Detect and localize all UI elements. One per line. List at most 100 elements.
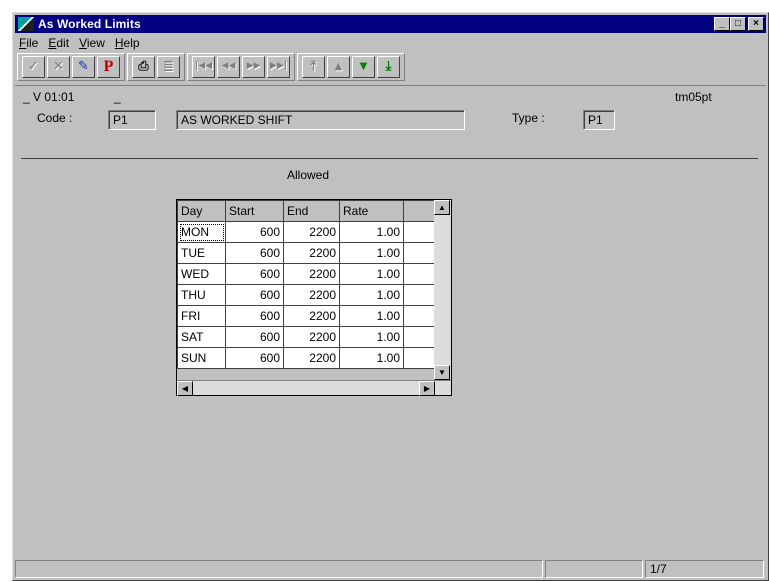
minimize-button[interactable]: _: [714, 17, 730, 31]
cell-end[interactable]: 2200: [283, 284, 340, 306]
version-separator: _: [114, 90, 121, 104]
menu-view-label: iew: [86, 36, 105, 50]
menu-help[interactable]: Help: [115, 36, 140, 50]
title-bar[interactable]: As Worked Limits _ □ ×: [15, 15, 766, 33]
description-field[interactable]: AS WORKED SHIFT: [176, 110, 465, 130]
cell-blank: [403, 263, 435, 285]
form-area: _ V 01:01 _ tm05pt Code : P1 AS WORKED S…: [15, 85, 766, 556]
cell-start[interactable]: 600: [225, 263, 284, 285]
cell-start[interactable]: 600: [225, 221, 284, 243]
toolbar-group-navigate: |◀◀ ◀◀ ▶▶ ▶▶|: [187, 53, 295, 81]
first-record-icon[interactable]: |◀◀: [192, 56, 215, 78]
scroll-top-icon[interactable]: ⤒: [302, 56, 325, 78]
close-button[interactable]: ×: [748, 17, 764, 31]
screen-id-label: tm05pt: [675, 90, 712, 104]
cell-rate[interactable]: 1.00: [339, 305, 404, 327]
previous-record-icon[interactable]: ◀◀: [217, 56, 240, 78]
cell-rate[interactable]: 1.00: [339, 263, 404, 285]
toolbar: ✓ ✕ ✎ P ⎙ ≣ |◀◀ ◀◀ ▶▶ ▶▶| ⤒ ▲ ▼ ⤓: [17, 53, 764, 81]
code-field[interactable]: P1: [108, 110, 156, 130]
menu-file[interactable]: File: [19, 36, 38, 50]
cell-rate[interactable]: 1.00: [339, 326, 404, 348]
edit-icon[interactable]: ✎: [72, 56, 95, 78]
scroll-up-arrow-icon[interactable]: ▲: [434, 200, 450, 215]
record-position-indicator: 1/7: [645, 560, 764, 578]
window-controls: _ □ ×: [714, 17, 764, 31]
table-row[interactable]: THU 600 2200 1.00: [177, 284, 435, 306]
menu-edit[interactable]: Edit: [48, 36, 69, 50]
menu-view-mnemonic: V: [79, 36, 87, 50]
section-title: Allowed: [287, 168, 330, 182]
cell-blank: [403, 284, 435, 306]
window-title: As Worked Limits: [38, 17, 141, 31]
memo-icon[interactable]: ≣: [157, 56, 180, 78]
scroll-down-icon[interactable]: ▼: [352, 56, 375, 78]
scroll-right-arrow-icon[interactable]: ▶: [419, 381, 435, 396]
table-row[interactable]: FRI 600 2200 1.00: [177, 305, 435, 327]
vertical-scrollbar[interactable]: ▲ ▼: [434, 200, 451, 380]
cancel-icon[interactable]: ✕: [47, 56, 70, 78]
column-header-start[interactable]: Start: [225, 200, 284, 222]
table-row[interactable]: WED 600 2200 1.00: [177, 263, 435, 285]
table-row[interactable]: MON 600 2200 1.00: [177, 221, 435, 243]
app-window: As Worked Limits _ □ × File Edit View He…: [12, 12, 769, 581]
cell-rate[interactable]: 1.00: [339, 242, 404, 264]
next-record-icon[interactable]: ▶▶: [242, 56, 265, 78]
status-bar: 1/7: [15, 560, 766, 578]
toolbar-group-edit: ✓ ✕ ✎ P: [17, 53, 125, 81]
cell-end[interactable]: 2200: [283, 305, 340, 327]
cell-start[interactable]: 600: [225, 326, 284, 348]
scroll-down-arrow-icon[interactable]: ▼: [434, 365, 450, 380]
column-header-rate[interactable]: Rate: [339, 200, 404, 222]
cell-day[interactable]: FRI: [177, 305, 226, 327]
cell-day[interactable]: SAT: [177, 326, 226, 348]
toolbar-group-scroll: ⤒ ▲ ▼ ⤓: [297, 53, 405, 81]
toolbar-group-print: ⎙ ≣: [127, 53, 185, 81]
cell-end[interactable]: 2200: [283, 326, 340, 348]
type-field[interactable]: P1: [583, 110, 615, 130]
print-icon[interactable]: ⎙: [132, 56, 155, 78]
table-row[interactable]: SAT 600 2200 1.00: [177, 326, 435, 348]
cell-end[interactable]: 2200: [283, 242, 340, 264]
cell-end[interactable]: 2200: [283, 263, 340, 285]
menu-view[interactable]: View: [79, 36, 105, 50]
cell-blank: [403, 221, 435, 243]
menu-file-label: ile: [26, 36, 39, 50]
cell-blank: [403, 242, 435, 264]
cell-day[interactable]: TUE: [177, 242, 226, 264]
table-row[interactable]: TUE 600 2200 1.00: [177, 242, 435, 264]
cell-end[interactable]: 2200: [283, 221, 340, 243]
scroll-bottom-icon[interactable]: ⤓: [377, 56, 400, 78]
last-record-icon[interactable]: ▶▶|: [267, 56, 290, 78]
grid-table: Day Start End Rate MON 600 2200 1.00 TUE…: [177, 200, 435, 369]
print-preview-icon[interactable]: P: [97, 56, 120, 78]
column-header-day[interactable]: Day: [177, 200, 226, 222]
cell-day[interactable]: SUN: [177, 347, 226, 369]
menu-help-label: elp: [123, 36, 140, 50]
cell-start[interactable]: 600: [225, 305, 284, 327]
cell-rate[interactable]: 1.00: [339, 347, 404, 369]
scroll-up-icon[interactable]: ▲: [327, 56, 350, 78]
app-icon: [18, 17, 34, 31]
menu-bar: File Edit View Help: [15, 34, 766, 52]
cell-start[interactable]: 600: [225, 347, 284, 369]
accept-icon[interactable]: ✓: [22, 56, 45, 78]
column-header-end[interactable]: End: [283, 200, 340, 222]
cell-day[interactable]: MON: [177, 221, 226, 243]
horizontal-scrollbar[interactable]: ◀ ▶: [177, 380, 451, 396]
table-row[interactable]: SUN 600 2200 1.00: [177, 347, 435, 369]
cell-day[interactable]: WED: [177, 263, 226, 285]
status-message-pane: [15, 560, 543, 578]
cell-day[interactable]: THU: [177, 284, 226, 306]
cell-start[interactable]: 600: [225, 284, 284, 306]
cell-start[interactable]: 600: [225, 242, 284, 264]
cell-blank: [403, 347, 435, 369]
cell-rate[interactable]: 1.00: [339, 221, 404, 243]
scroll-left-arrow-icon[interactable]: ◀: [177, 381, 193, 396]
status-mode-pane: [545, 560, 643, 578]
cell-rate[interactable]: 1.00: [339, 284, 404, 306]
cell-end[interactable]: 2200: [283, 347, 340, 369]
maximize-button[interactable]: □: [730, 17, 746, 31]
code-label: Code :: [37, 111, 73, 125]
allowed-times-grid[interactable]: Day Start End Rate MON 600 2200 1.00 TUE…: [176, 199, 452, 396]
